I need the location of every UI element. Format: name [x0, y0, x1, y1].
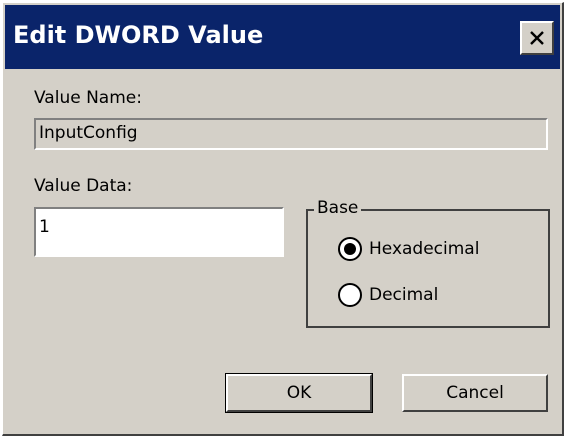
radio-hexadecimal-label: Hexadecimal — [369, 239, 480, 259]
base-groupbox: Base Hexadecimal Decimal — [306, 198, 550, 328]
value-name-field: InputConfig — [34, 118, 548, 150]
cancel-button[interactable]: Cancel — [402, 374, 548, 412]
window-title: Edit DWORD Value — [13, 21, 264, 49]
value-name-label: Value Name: — [34, 88, 142, 108]
radio-button[interactable] — [338, 283, 362, 307]
radio-hexadecimal[interactable]: Hexadecimal — [338, 237, 479, 261]
base-group-label: Base — [314, 198, 362, 218]
value-data-label: Value Data: — [34, 176, 133, 196]
close-icon — [530, 31, 544, 45]
ok-button[interactable]: OK — [225, 373, 373, 413]
radio-decimal-label: Decimal — [369, 285, 439, 305]
value-data-input[interactable]: 1 — [34, 207, 284, 257]
radio-button-selected[interactable] — [338, 237, 362, 261]
radio-decimal[interactable]: Decimal — [338, 283, 438, 307]
close-button[interactable] — [520, 21, 554, 55]
title-bar[interactable]: Edit DWORD Value — [5, 5, 560, 69]
